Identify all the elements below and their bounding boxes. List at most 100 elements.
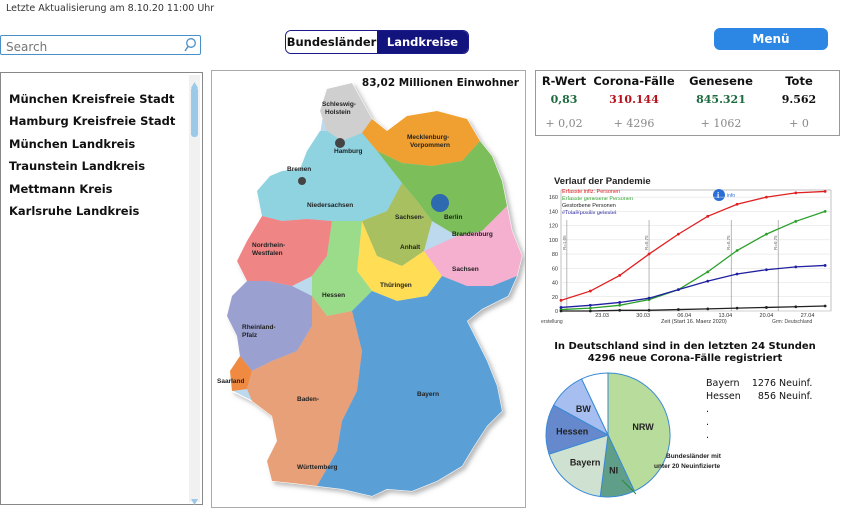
map-label: Bayern xyxy=(417,391,439,398)
pie-slice-label: NRW xyxy=(632,422,654,432)
chart-point xyxy=(618,301,622,304)
pie-legend-state: Bayern xyxy=(706,378,740,389)
pie-legend-unit: Neuinf. xyxy=(779,391,813,402)
map-label: Anhalt xyxy=(400,244,421,251)
chart-x-tick: 27.04 xyxy=(801,313,815,319)
list-item[interactable]: München Landkreis xyxy=(9,137,135,151)
list-scrollbar[interactable] xyxy=(189,75,200,505)
chart-point xyxy=(618,303,622,307)
chart-legend-entry: Gestorbene Personen xyxy=(562,203,616,209)
pie-legend-ellipsis: . xyxy=(706,404,710,415)
toggle-landkreise[interactable]: Landkreise xyxy=(377,31,468,53)
chart-point xyxy=(647,308,651,312)
chart-point xyxy=(735,202,739,206)
stat-header: Corona-Fälle xyxy=(593,74,675,88)
chart-y-tick: 20 xyxy=(552,295,558,301)
pie-heading: In Deutschland sind in den letzten 24 St… xyxy=(535,341,835,365)
pie-slice-label: Hessen xyxy=(556,427,588,437)
chart-point xyxy=(588,289,592,293)
map-label: Baden- xyxy=(297,396,319,403)
map-label: Berlin xyxy=(444,214,462,221)
scrollbar-thumb[interactable] xyxy=(191,87,198,137)
search-input[interactable] xyxy=(1,38,176,56)
chart-y-tick: 100 xyxy=(549,238,558,244)
last-update-text: Letzte Aktualisierung am 8.10.20 11:00 U… xyxy=(6,3,215,14)
pie-note-graphic: Bundesländer mit unter 20 Neuinfizierte xyxy=(621,453,722,495)
chart-x-tick: 13.04 xyxy=(718,313,732,319)
chart-r-label: R=0,75 xyxy=(773,235,778,250)
pie-legend-ellipsis: . xyxy=(706,430,710,441)
chart-point xyxy=(823,304,827,308)
map-label: Sachsen xyxy=(452,266,479,273)
map-label: Schleswig- xyxy=(322,101,356,108)
chart-point xyxy=(823,190,827,193)
scroll-up-arrow-icon[interactable] xyxy=(189,75,200,88)
scroll-down-arrow-icon[interactable] xyxy=(189,492,200,505)
map-label: Westfalen xyxy=(252,250,283,257)
list-item[interactable]: München Kreisfreie Stadt xyxy=(9,92,174,106)
pie-legend-count: 856 xyxy=(757,391,776,402)
chart-point xyxy=(706,279,710,283)
stat-value: 9.562 xyxy=(781,93,817,106)
info-label[interactable]: info xyxy=(727,193,735,199)
search-icon[interactable] xyxy=(183,37,197,57)
map-label: Rheinland- xyxy=(242,324,276,331)
region-toggle[interactable]: Bundesländer Landkreise xyxy=(285,30,469,54)
pandemic-chart: Verlauf der Pandemie Erfasste infiz. Per… xyxy=(541,175,841,325)
chart-point xyxy=(676,232,680,236)
stat-value: 0,83 xyxy=(550,93,578,106)
landkreis-list: München Kreisfreie Stadt Hamburg Kreisfr… xyxy=(0,72,203,505)
region-berlin[interactable] xyxy=(431,194,449,212)
chart-r-label: R=1,05 xyxy=(562,235,567,250)
chart-point xyxy=(765,232,768,236)
list-item[interactable]: Mettmann Kreis xyxy=(9,182,113,196)
chart-point xyxy=(676,288,680,292)
pie-legend-row: Bayern 1276 Neuinf. xyxy=(706,377,812,390)
chart-xlabel: Zeit (Start 16. Maerz 2020) xyxy=(661,319,727,325)
region-hamburg[interactable] xyxy=(335,138,345,148)
chart-point xyxy=(823,264,827,267)
chart-point xyxy=(706,270,710,274)
chart-point xyxy=(706,307,710,311)
chart-point xyxy=(618,308,622,312)
toggle-bundeslaender[interactable]: Bundesländer xyxy=(286,31,377,53)
germany-map-shape[interactable]: Schleswig- Holstein Hamburg Mecklenburg-… xyxy=(212,71,525,507)
pie-legend-unit: Neuinf. xyxy=(779,378,813,389)
pandemic-chart-svg: Verlauf der Pandemie Erfasste infiz. Per… xyxy=(541,176,832,325)
stat-value: 845.321 xyxy=(696,93,746,106)
map-label: Niedersachsen xyxy=(307,202,353,209)
map-label: Bremen xyxy=(287,166,311,173)
pie-legend-count: 1276 xyxy=(751,378,776,389)
chart-point xyxy=(794,265,798,269)
list-item[interactable]: Karlsruhe Landkreis xyxy=(9,204,139,218)
stat-value: 310.144 xyxy=(609,93,659,106)
region-bremen[interactable] xyxy=(298,177,306,185)
map-label: Nordrhein- xyxy=(252,242,285,249)
stat-change: + 1062 xyxy=(700,117,742,130)
pie-heading-line2: 4296 neue Corona-Fälle registriert xyxy=(587,353,783,364)
chart-y-tick: 60 xyxy=(552,266,558,272)
list-item[interactable]: Hamburg Kreisfreie Stadt xyxy=(9,114,175,128)
chart-x-tick: 30.03 xyxy=(636,313,650,319)
chart-y-tick: 140 xyxy=(549,209,558,215)
chart-point xyxy=(618,274,622,277)
map-label: Hessen xyxy=(322,292,345,299)
pie-legend-ellipsis: . xyxy=(706,417,710,428)
chart-point xyxy=(765,268,768,272)
chart-y-tick: 40 xyxy=(552,281,558,287)
map-label: Vorpommern xyxy=(410,142,450,149)
chart-point xyxy=(706,214,710,218)
pie-slice-label: Bayern xyxy=(570,458,601,468)
germany-map[interactable]: 83,02 Millionen Einwohner Schleswig- Hol… xyxy=(211,70,526,508)
pie-note-pointer xyxy=(621,479,637,495)
chart-point xyxy=(588,309,592,313)
pie-slice-label: BW xyxy=(576,404,591,414)
stat-header: Tote xyxy=(785,74,813,88)
search-box[interactable] xyxy=(0,35,201,57)
list-item[interactable]: Traunstein Landkreis xyxy=(9,159,145,173)
stat-change: + 0,02 xyxy=(545,117,583,130)
menu-button[interactable]: Menü xyxy=(714,28,828,50)
pie-legend-state: Hessen xyxy=(706,391,741,402)
chart-title: Verlauf der Pandemie xyxy=(554,176,651,187)
chart-point xyxy=(735,272,739,276)
